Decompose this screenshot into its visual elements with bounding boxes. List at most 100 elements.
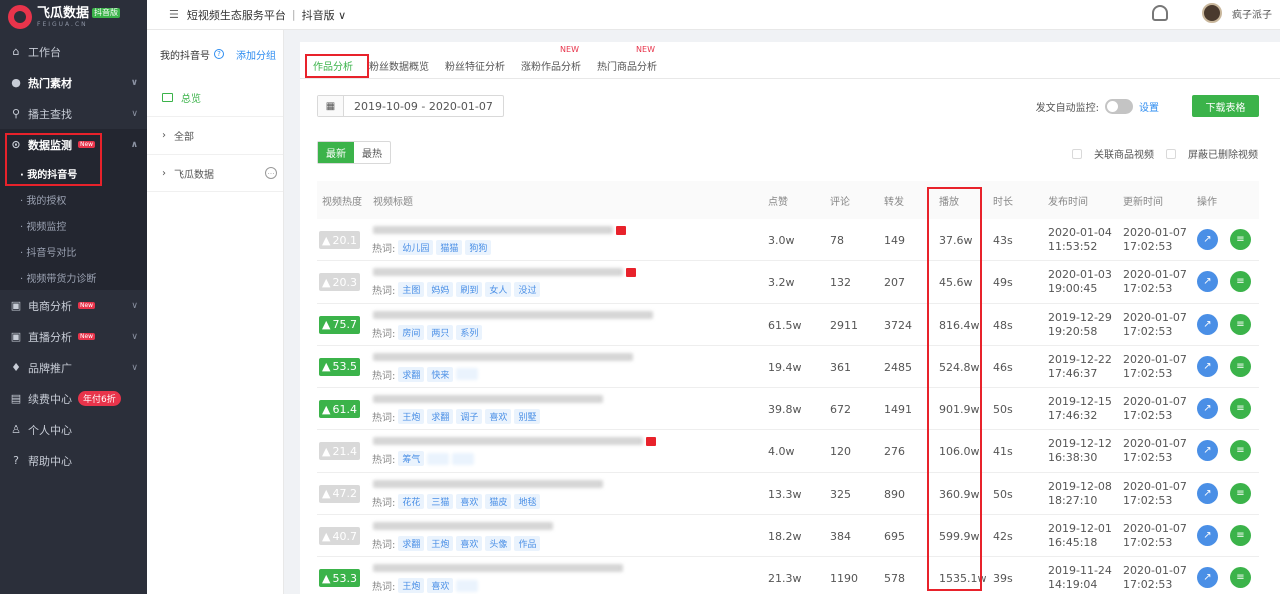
sidebar-item-find-creator[interactable]: ⚲ 播主查找 ∨ [0,98,147,129]
hot-word-tag[interactable]: 喜欢 [456,536,483,552]
video-title-blurred[interactable] [373,563,663,573]
sidebar-item-help[interactable]: ? 帮助中心 [0,445,147,476]
hot-word-tag[interactable]: 幼儿园 [398,240,434,255]
hot-word-tag[interactable]: 花花 [398,493,425,509]
hot-word-tag[interactable]: 没过 [514,282,541,298]
trend-chart-button[interactable]: ↗ [1197,271,1218,293]
video-title-blurred[interactable] [373,436,663,446]
more-icon[interactable]: … [265,167,277,179]
avatar[interactable] [1202,3,1222,23]
detail-list-button[interactable]: ≡ [1230,567,1251,589]
hot-word-tag[interactable]: 妈妈 [427,282,454,298]
hot-word-tag[interactable]: 刷到 [456,282,483,298]
help-icon[interactable]: ? [214,49,224,59]
add-group-link[interactable]: 添加分组 [236,47,276,62]
hot-word-tag[interactable]: 求翻 [398,366,425,382]
sidebar-item-renew[interactable]: ▤ 续费中心 年付6折 [0,383,147,414]
panel-item-overview[interactable]: 总览 [147,78,283,116]
hot-word-tag[interactable]: 喜欢 [427,578,454,594]
video-title-blurred[interactable] [373,521,663,531]
hot-word-tag[interactable]: 女人 [485,282,512,298]
hot-word-tag[interactable]: 三猫 [427,493,454,509]
video-title-blurred[interactable] [373,310,663,320]
version-dropdown[interactable]: 抖音版 ∨ [302,7,347,23]
trend-chart-button[interactable]: ↗ [1197,313,1218,335]
video-title-blurred[interactable] [373,479,663,489]
sidebar-item-live[interactable]: ▣ 直播分析 New ∨ [0,321,147,352]
headset-icon[interactable] [1152,5,1168,21]
hide-deleted-checkbox[interactable]: 屏蔽已删除视频 [1166,146,1258,161]
sidebar-sub-my-douyin[interactable]: · 我的抖音号 [0,160,147,186]
hot-word-tag[interactable]: 喜欢 [485,409,512,425]
hot-word-tag[interactable]: 筹气 [398,451,425,467]
detail-list-button[interactable]: ≡ [1230,229,1251,250]
monitor-toggle[interactable] [1105,99,1133,114]
sidebar-sub-my-auth[interactable]: · 我的授权 [0,186,147,212]
hot-word-tag[interactable]: 王炮 [398,409,425,425]
video-title-blurred[interactable] [373,225,663,235]
detail-list-button[interactable]: ≡ [1230,355,1251,377]
col-likes[interactable]: 点赞 [768,193,788,208]
hot-word-tag[interactable]: 王炮 [427,536,454,552]
trend-chart-button[interactable]: ↗ [1197,229,1218,250]
panel-item-all[interactable]: › 全部 [147,116,283,154]
hot-word-tag[interactable]: 主图 [398,282,425,298]
tab-hot-goods[interactable]: 热门商品分析 NEW [589,45,665,78]
col-comments[interactable]: 评论 [830,193,850,208]
hot-word-tag[interactable]: 狗狗 [465,240,492,255]
date-range-picker[interactable]: ▦ 2019-10-09 - 2020-01-07 [317,95,504,117]
col-heat[interactable]: 视频热度 [322,193,362,208]
hot-word-tag[interactable]: 猫皮 [485,493,512,509]
hot-word-tag[interactable]: 调子 [456,409,483,425]
col-plays[interactable]: 播放 [939,193,959,208]
detail-list-button[interactable]: ≡ [1230,525,1251,547]
video-title-blurred[interactable] [373,267,663,277]
hot-word-tag[interactable]: 快来 [427,366,454,382]
trend-chart-button[interactable]: ↗ [1197,440,1218,462]
tab-fans-overview[interactable]: 粉丝数据概览 [361,53,437,78]
sidebar-item-ecommerce[interactable]: ▣ 电商分析 New ∨ [0,290,147,321]
settings-link[interactable]: 设置 [1139,99,1159,114]
hot-word-tag[interactable]: 求翻 [398,536,425,552]
tab-growth-works[interactable]: 涨粉作品分析 NEW [513,45,589,78]
trend-chart-button[interactable]: ↗ [1197,525,1218,547]
logo[interactable]: 飞瓜数据 抖音版 FEIGUA.CN [0,0,147,34]
sidebar-item-data-monitor[interactable]: ⊙ 数据监测 New ∧ [0,129,147,160]
sidebar-sub-account-compare[interactable]: · 抖音号对比 [0,238,147,264]
hot-word-tag[interactable]: 求翻 [427,409,454,425]
sidebar-sub-video-monitor[interactable]: · 视频监控 [0,212,147,238]
hot-word-tag[interactable]: 别墅 [514,409,541,425]
download-button[interactable]: 下载表格 [1192,95,1259,117]
hot-word-tag[interactable]: 两只 [427,324,454,340]
hot-word-tag[interactable]: 王炮 [398,578,425,594]
sidebar-item-hot-material[interactable]: ● 热门素材 ∨ [0,67,147,98]
sort-hottest-button[interactable]: 最热 [354,142,390,163]
tab-works[interactable]: 作品分析 [305,53,361,78]
sidebar-item-brand[interactable]: ♦ 品牌推广 ∨ [0,352,147,383]
menu-icon[interactable]: ☰ [169,8,179,21]
col-publish[interactable]: 发布时间 [1048,193,1088,208]
detail-list-button[interactable]: ≡ [1230,482,1251,504]
hot-word-tag[interactable]: 系列 [456,324,483,340]
hot-word-tag[interactable]: 猫猫 [436,240,463,255]
hot-word-tag[interactable]: 头像 [485,536,512,552]
col-shares[interactable]: 转发 [884,193,904,208]
detail-list-button[interactable]: ≡ [1230,398,1251,420]
detail-list-button[interactable]: ≡ [1230,313,1251,335]
hot-word-tag[interactable]: 地毯 [514,493,541,509]
tab-fans-traits[interactable]: 粉丝特征分析 [437,53,513,78]
sidebar-item-profile[interactable]: ♙ 个人中心 [0,414,147,445]
video-title-blurred[interactable] [373,394,663,404]
col-duration[interactable]: 时长 [993,193,1013,208]
detail-list-button[interactable]: ≡ [1230,440,1251,462]
trend-chart-button[interactable]: ↗ [1197,398,1218,420]
trend-chart-button[interactable]: ↗ [1197,482,1218,504]
sidebar-sub-sales-diagnosis[interactable]: · 视频带货力诊断 [0,264,147,290]
hot-word-tag[interactable]: 作品 [514,536,541,552]
trend-chart-button[interactable]: ↗ [1197,567,1218,589]
related-goods-checkbox[interactable]: 关联商品视频 [1072,146,1154,161]
panel-item-group[interactable]: › 飞瓜数据… [147,154,283,192]
sort-latest-button[interactable]: 最新 [318,142,354,163]
username[interactable]: 疯子派子 [1232,6,1272,21]
trend-chart-button[interactable]: ↗ [1197,355,1218,377]
